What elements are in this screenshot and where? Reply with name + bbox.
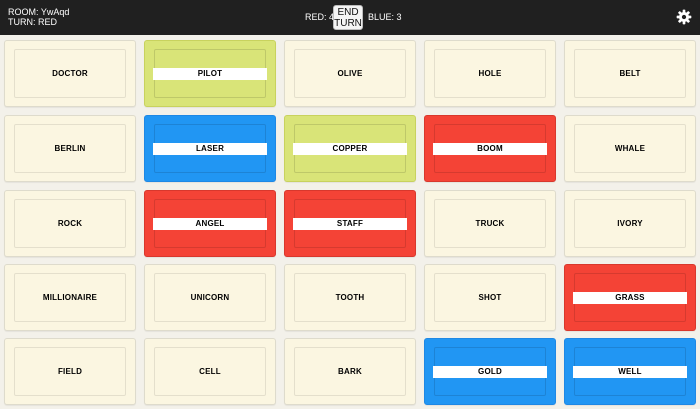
- room-label: ROOM: YwAqd: [8, 7, 70, 17]
- word-card[interactable]: OLIVE: [284, 40, 416, 107]
- card-word: BELT: [619, 69, 641, 78]
- card-word: IVORY: [617, 219, 643, 228]
- card-word: WELL: [573, 366, 687, 378]
- card-word: GRASS: [573, 292, 687, 304]
- card-word: TRUCK: [475, 219, 505, 228]
- word-card[interactable]: GRASS: [564, 264, 696, 331]
- room-info: ROOM: YwAqd TURN: RED: [8, 7, 69, 27]
- word-card[interactable]: TOOTH: [284, 264, 416, 331]
- card-word: OLIVE: [337, 69, 363, 78]
- end-turn-button[interactable]: END TURN: [333, 5, 363, 30]
- word-card[interactable]: BERLIN: [4, 115, 136, 182]
- word-card[interactable]: IVORY: [564, 190, 696, 257]
- word-card[interactable]: STAFF: [284, 190, 416, 257]
- word-card[interactable]: COPPER: [284, 115, 416, 182]
- word-card[interactable]: TRUCK: [424, 190, 556, 257]
- card-word: FIELD: [57, 367, 83, 376]
- blue-score: BLUE: 3: [368, 12, 402, 22]
- word-card[interactable]: WHALE: [564, 115, 696, 182]
- card-word: TOOTH: [335, 293, 365, 302]
- word-card[interactable]: PILOT: [144, 40, 276, 107]
- turn-label: TURN: RED: [8, 17, 57, 27]
- word-card[interactable]: ANGEL: [144, 190, 276, 257]
- word-card[interactable]: UNICORN: [144, 264, 276, 331]
- red-score: RED: 4: [305, 12, 335, 22]
- word-card[interactable]: DOCTOR: [4, 40, 136, 107]
- word-card[interactable]: LASER: [144, 115, 276, 182]
- gear-icon[interactable]: [676, 9, 692, 25]
- word-card[interactable]: CELL: [144, 338, 276, 405]
- card-word: COPPER: [293, 143, 407, 155]
- card-word: ROCK: [57, 219, 83, 228]
- card-word: DOCTOR: [52, 69, 88, 78]
- card-word: LASER: [153, 143, 267, 155]
- card-word: UNICORN: [190, 293, 230, 302]
- card-word: PILOT: [153, 68, 267, 80]
- card-word: MILLIONAIRE: [42, 293, 98, 302]
- word-card[interactable]: BOOM: [424, 115, 556, 182]
- word-card[interactable]: SHOT: [424, 264, 556, 331]
- card-word: GOLD: [433, 366, 547, 378]
- word-card[interactable]: BELT: [564, 40, 696, 107]
- word-card[interactable]: GOLD: [424, 338, 556, 405]
- word-card[interactable]: HOLE: [424, 40, 556, 107]
- word-card[interactable]: MILLIONAIRE: [4, 264, 136, 331]
- card-word: BERLIN: [54, 144, 86, 153]
- card-word: ANGEL: [153, 218, 267, 230]
- word-card[interactable]: ROCK: [4, 190, 136, 257]
- word-card[interactable]: FIELD: [4, 338, 136, 405]
- top-bar: ROOM: YwAqd TURN: RED RED: 4 END TURN BL…: [0, 0, 700, 35]
- end-turn-label-line2: TURN: [334, 17, 362, 29]
- word-grid: DOCTOR PILOT OLIVE HOLE BELT BERLIN LASER COPPE…: [0, 35, 700, 409]
- card-word: WHALE: [614, 144, 646, 153]
- card-word: HOLE: [478, 69, 502, 78]
- card-word: BOOM: [433, 143, 547, 155]
- end-turn-label-line1: END: [337, 6, 359, 18]
- card-word: BARK: [338, 367, 362, 376]
- word-card[interactable]: BARK: [284, 338, 416, 405]
- card-word: SHOT: [478, 293, 502, 302]
- word-card[interactable]: WELL: [564, 338, 696, 405]
- card-word: CELL: [199, 367, 221, 376]
- card-word: STAFF: [293, 218, 407, 230]
